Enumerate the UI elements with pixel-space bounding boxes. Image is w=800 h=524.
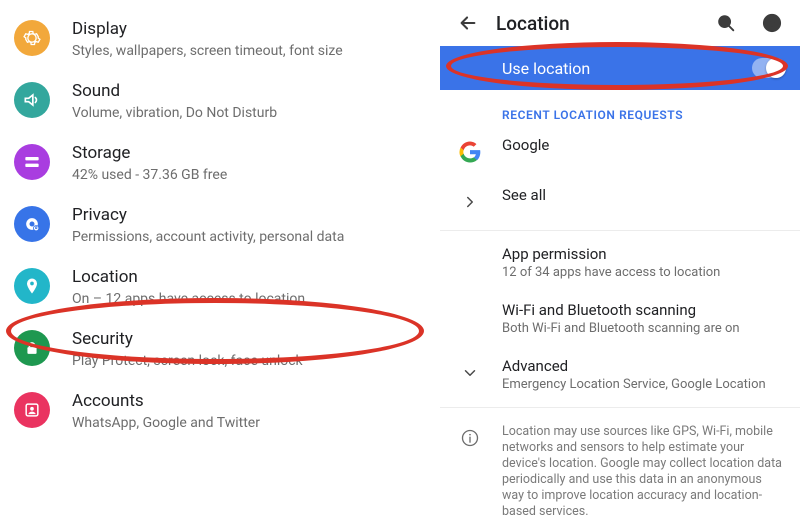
wifi-bt-scanning-title: Wi-Fi and Bluetooth scanning [502,301,784,319]
recent-app-google[interactable]: Google [440,126,800,176]
settings-item-sub: 42% used - 37.36 GB free [72,166,426,184]
use-location-toggle[interactable] [752,58,786,78]
advanced-sub: Emergency Location Service, Google Locat… [502,377,784,393]
settings-item-sound[interactable]: Sound Volume, vibration, Do Not Disturb [0,70,440,132]
accounts-icon [14,392,50,428]
storage-icon [14,144,50,180]
display-icon [14,20,50,56]
settings-item-location[interactable]: Location On – 12 apps have access to loc… [0,256,440,318]
page-title: Location [496,12,698,35]
back-button[interactable] [450,5,486,41]
app-permission-sub: 12 of 34 apps have access to location [502,265,784,281]
settings-item-privacy[interactable]: Privacy Permissions, account activity, p… [0,194,440,256]
use-location-row[interactable]: Use location [440,46,800,90]
location-pane: Location Use location RECENT LOCATION RE… [440,0,800,524]
privacy-icon [14,206,50,242]
settings-list: Display Styles, wallpapers, screen timeo… [0,0,440,524]
advanced-row[interactable]: Advanced Emergency Location Service, Goo… [440,347,800,403]
settings-item-security[interactable]: Security Play Protect, screen lock, face… [0,318,440,380]
settings-item-title: Sound [72,80,426,102]
location-info-row: Location may use sources like GPS, Wi-Fi… [440,412,800,524]
chevron-right-icon [456,188,484,216]
sound-icon [14,82,50,118]
use-location-label: Use location [502,59,590,78]
settings-item-sub: Play Protect, screen lock, face unlock [72,352,426,370]
help-button[interactable] [754,5,790,41]
search-button[interactable] [708,5,744,41]
settings-item-title: Privacy [72,204,426,226]
security-icon [14,330,50,366]
chevron-down-icon [456,359,484,387]
advanced-title: Advanced [502,357,784,375]
settings-item-title: Security [72,328,426,350]
google-g-icon [456,138,484,166]
settings-item-title: Accounts [72,390,426,412]
settings-item-sub: WhatsApp, Google and Twitter [72,414,426,432]
settings-item-title: Display [72,18,426,40]
divider [440,230,800,231]
settings-item-sub: Styles, wallpapers, screen timeout, font… [72,42,426,60]
see-all-label: See all [502,186,784,204]
divider [440,407,800,408]
location-info-text: Location may use sources like GPS, Wi-Fi… [502,424,784,520]
app-permission-title: App permission [502,245,784,263]
recent-app-label: Google [502,136,784,154]
settings-item-sub: Volume, vibration, Do Not Disturb [72,104,426,122]
recent-requests-header: RECENT LOCATION REQUESTS [440,90,800,126]
wifi-bt-scanning-sub: Both Wi-Fi and Bluetooth scanning are on [502,321,784,337]
right-header: Location [440,0,800,46]
settings-item-title: Storage [72,142,426,164]
info-icon [456,424,484,452]
settings-item-title: Location [72,266,426,288]
settings-item-sub: On – 12 apps have access to location [72,290,426,308]
settings-item-sub: Permissions, account activity, personal … [72,228,426,246]
see-all-row[interactable]: See all [440,176,800,226]
settings-item-accounts[interactable]: Accounts WhatsApp, Google and Twitter [0,380,440,442]
location-icon [14,268,50,304]
settings-item-display[interactable]: Display Styles, wallpapers, screen timeo… [0,8,440,70]
wifi-bt-scanning-row[interactable]: Wi-Fi and Bluetooth scanning Both Wi-Fi … [440,291,800,347]
settings-item-storage[interactable]: Storage 42% used - 37.36 GB free [0,132,440,194]
app-permission-row[interactable]: App permission 12 of 34 apps have access… [440,235,800,291]
